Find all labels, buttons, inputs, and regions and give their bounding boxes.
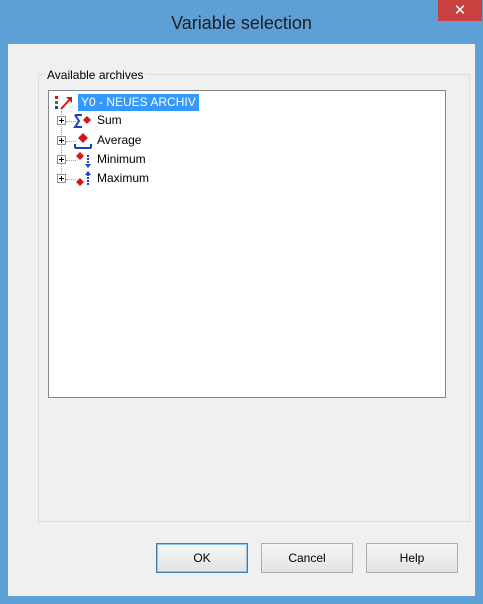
minimum-icon: [76, 152, 91, 168]
close-button[interactable]: ✕: [438, 0, 482, 21]
archives-group-label: Available archives: [45, 68, 146, 82]
tree-root-label[interactable]: Y0 - NEUES ARCHIV: [78, 94, 199, 111]
dialog-window: Variable selection ✕ Available archives …: [0, 0, 483, 604]
dialog-title: Variable selection: [171, 13, 312, 33]
help-button[interactable]: Help: [366, 543, 458, 573]
expand-toggle[interactable]: [57, 174, 66, 183]
sum-icon: [73, 114, 91, 128]
ok-button[interactable]: OK: [156, 543, 248, 573]
tree-item-label: Sum: [97, 113, 122, 127]
tree-item-label: Average: [97, 133, 142, 147]
expand-toggle[interactable]: [57, 136, 66, 145]
average-icon: [74, 133, 92, 149]
archive-tree[interactable]: Y0 - NEUES ARCHIV Sum Average Minimum Ma…: [48, 90, 446, 398]
cancel-button[interactable]: Cancel: [261, 543, 353, 573]
expand-toggle[interactable]: [57, 116, 66, 125]
archive-icon: [55, 96, 72, 110]
dialog-body: Available archives Y0 - NEUES ARCHIV Sum…: [8, 44, 475, 596]
tree-item-label: Maximum: [97, 171, 150, 185]
maximum-icon: [76, 171, 91, 186]
title-bar[interactable]: Variable selection ✕: [0, 0, 483, 44]
tree-item-label: Minimum: [97, 152, 146, 166]
expand-toggle[interactable]: [57, 155, 66, 164]
